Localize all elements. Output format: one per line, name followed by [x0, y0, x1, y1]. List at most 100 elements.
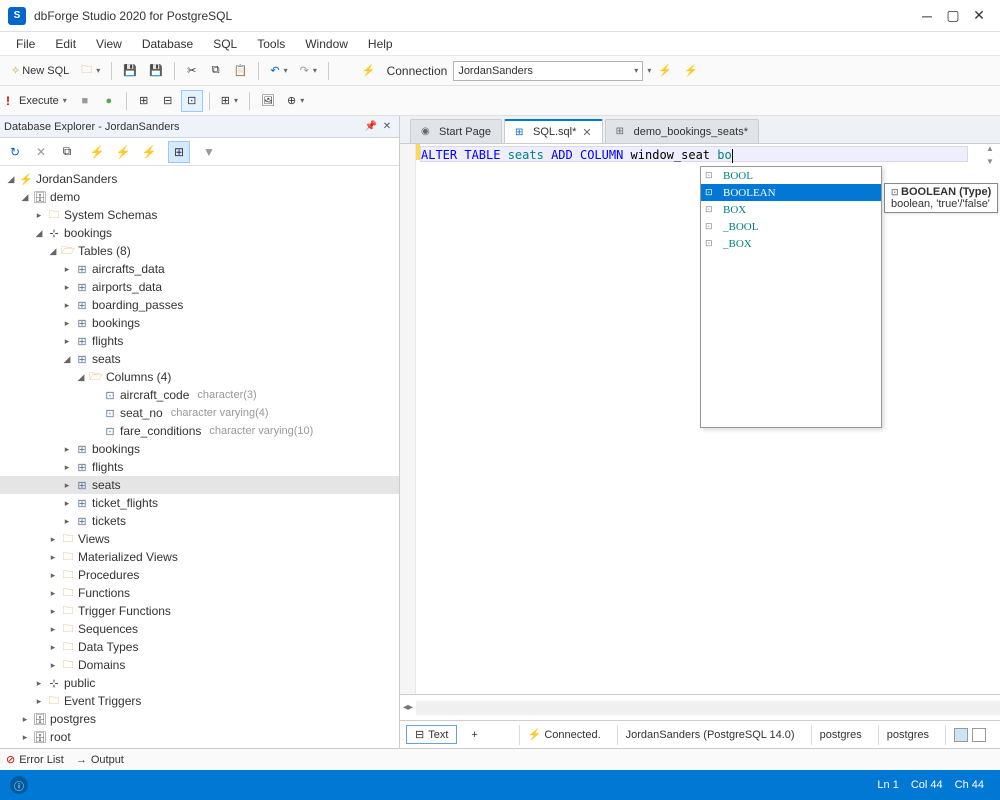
view-mode1-button[interactable]: ⊞ [133, 90, 155, 112]
add-tab-button[interactable]: + [465, 727, 483, 743]
menu-database[interactable]: Database [132, 34, 203, 54]
explorer-tree[interactable]: ◢⚡JordanSanders ◢🗄demo ▸🗀System Schemas … [0, 166, 399, 748]
open-button[interactable]: 🗀▾ [76, 60, 105, 82]
view-mode3-button[interactable]: ⊡ [181, 90, 203, 112]
conn-action1-icon[interactable]: ⚡ [653, 60, 677, 82]
tree-node[interactable]: Materialized Views [76, 550, 178, 564]
tree-connection[interactable]: JordanSanders [34, 172, 117, 186]
connection-dropdown[interactable]: JordanSanders▾ [453, 61, 643, 81]
connect-button[interactable]: ⚡ [86, 141, 108, 163]
connection-icon[interactable]: ⚡ [357, 60, 381, 82]
connection-extra-dd[interactable]: ▾ [647, 66, 651, 75]
script-button[interactable]: ⧉ [56, 141, 78, 163]
tree-table[interactable]: boarding_passes [90, 298, 183, 312]
tree-db-demo[interactable]: demo [48, 190, 80, 204]
save-all-button[interactable]: 💾 [144, 60, 168, 82]
redo-button[interactable]: ↷▾ [295, 60, 322, 82]
more-button[interactable]: ⊕▾ [282, 90, 309, 112]
tree-node[interactable]: Functions [76, 586, 130, 600]
error-list-tab[interactable]: ⊘Error List [6, 753, 64, 766]
split-left-icon[interactable]: ◂▸ [400, 702, 416, 713]
tab-demo-bookings[interactable]: ⊞demo_bookings_seats* [605, 119, 759, 143]
menu-tools[interactable]: Tools [247, 34, 295, 54]
tree-node[interactable]: Views [76, 532, 110, 546]
tree-column[interactable]: fare_conditions [118, 424, 201, 438]
tree-node[interactable]: Data Types [76, 640, 138, 654]
view-mode2-button[interactable]: ⊟ [157, 90, 179, 112]
execute-button[interactable]: Execute▾ [14, 90, 72, 112]
autocomplete-item[interactable]: ⊡_BOOL [701, 218, 881, 235]
tree-system-schemas[interactable]: System Schemas [62, 208, 157, 222]
disconnect-button[interactable]: ⚡ [138, 141, 160, 163]
menu-file[interactable]: File [6, 34, 45, 54]
maximize-button[interactable]: ▢ [940, 3, 966, 29]
copy-button[interactable]: ⧉ [205, 60, 227, 82]
show-all-button[interactable]: ⊞ [168, 141, 190, 163]
layout-btn2[interactable] [972, 728, 986, 742]
close-button[interactable]: ✕ [966, 3, 992, 29]
tree-tables[interactable]: Tables (8) [76, 244, 131, 258]
tree-node[interactable]: Procedures [76, 568, 139, 582]
tree-table[interactable]: flights [90, 460, 123, 474]
split-up-icon[interactable]: ▲ [982, 144, 998, 156]
tree-schema-bookings[interactable]: bookings [62, 226, 112, 240]
tree-table-seats[interactable]: seats [90, 352, 121, 366]
save-button[interactable]: 💾 [118, 60, 142, 82]
text-tab[interactable]: ⊟Text [406, 725, 457, 744]
tree-column[interactable]: seat_no [118, 406, 163, 420]
delete-button[interactable]: ✕ [30, 141, 52, 163]
pic-button[interactable]: 🖼 [256, 90, 280, 112]
autocomplete-item[interactable]: ⊡_BOX [701, 235, 881, 252]
menu-view[interactable]: View [86, 34, 132, 54]
paste-button[interactable]: 📋 [229, 60, 253, 82]
menu-window[interactable]: Window [295, 34, 358, 54]
filter-button[interactable]: ▼ [198, 141, 220, 163]
conn-btn2[interactable]: ⚡ [112, 141, 134, 163]
tree-columns[interactable]: Columns (4) [104, 370, 171, 384]
output-tab[interactable]: →Output [76, 754, 124, 766]
grid-button[interactable]: ⊞▾ [216, 90, 243, 112]
undo-button[interactable]: ↶▾ [265, 60, 292, 82]
split-down-icon[interactable]: ▼ [982, 157, 998, 169]
tree-column[interactable]: aircraft_code [118, 388, 189, 402]
code-editor[interactable]: ALTER TABLE seats ADD COLUMN window_seat… [400, 144, 1000, 694]
tree-schema-public[interactable]: public [62, 676, 95, 690]
tree-table[interactable]: aircrafts_data [90, 262, 165, 276]
horizontal-scrollbar[interactable] [416, 701, 1000, 715]
tree-node[interactable]: Domains [76, 658, 125, 672]
autocomplete-item[interactable]: ⊡BOOL [701, 167, 881, 184]
tree-table[interactable]: ticket_flights [90, 496, 158, 510]
tab-close-icon[interactable]: ✕ [582, 126, 591, 139]
conn-action2-icon[interactable]: ⚡ [679, 60, 703, 82]
tree-node[interactable]: Trigger Functions [76, 604, 171, 618]
stop-button[interactable]: ■ [74, 90, 96, 112]
code-line[interactable]: ALTER TABLE seats ADD COLUMN window_seat… [420, 146, 968, 162]
tree-table[interactable]: airports_data [90, 280, 162, 294]
menu-help[interactable]: Help [358, 34, 403, 54]
tab-start-page[interactable]: ◉Start Page [410, 119, 502, 143]
menu-sql[interactable]: SQL [203, 34, 247, 54]
refresh-button[interactable]: ↻ [4, 141, 26, 163]
tree-event-triggers[interactable]: Event Triggers [62, 694, 141, 708]
tree-db[interactable]: root [48, 730, 71, 744]
autocomplete-item[interactable]: ⊡BOX [701, 201, 881, 218]
autocomplete-item-selected[interactable]: ⊡BOOLEAN [701, 184, 881, 201]
cut-button[interactable]: ✂ [181, 60, 203, 82]
new-sql-button[interactable]: ✧New SQL [6, 60, 74, 82]
pin-icon[interactable]: 📌 [363, 121, 379, 132]
layout-btn1[interactable] [954, 728, 968, 742]
panel-close-icon[interactable]: ✕ [379, 121, 395, 132]
tree-table-seats-sel[interactable]: seats [90, 478, 121, 492]
tree-node[interactable]: Sequences [76, 622, 138, 636]
debug-step-button[interactable]: ● [98, 90, 120, 112]
tree-table[interactable]: bookings [90, 442, 140, 456]
tree-table[interactable]: bookings [90, 316, 140, 330]
tree-db[interactable]: postgres [48, 712, 96, 726]
tab-sql[interactable]: ⊞SQL.sql*✕ [504, 119, 603, 143]
autocomplete-popup[interactable]: ⊡BOOL ⊡BOOLEAN ⊡BOX ⊡_BOOL ⊡_BOX [700, 166, 882, 428]
minimize-button[interactable]: ─ [914, 3, 940, 29]
menu-edit[interactable]: Edit [45, 34, 86, 54]
tree-table[interactable]: flights [90, 334, 123, 348]
status-icon[interactable]: ⓘ [10, 776, 28, 794]
tree-table[interactable]: tickets [90, 514, 126, 528]
